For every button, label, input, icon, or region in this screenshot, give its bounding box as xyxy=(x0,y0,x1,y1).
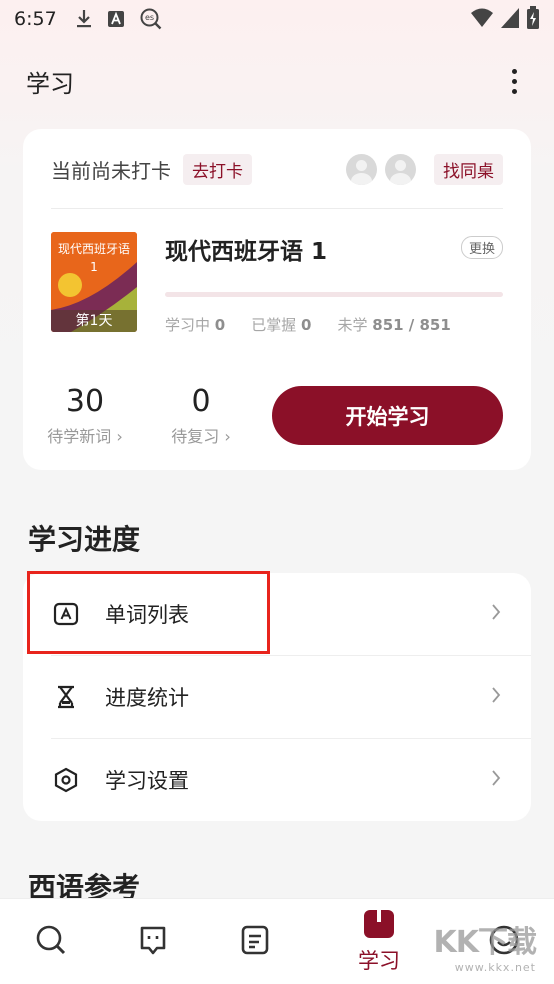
highlight-box xyxy=(27,571,270,654)
study-card: 当前尚未打卡 去打卡 找同桌 现代西班牙语 1 第1天 现代西班牙语 1 更换 … xyxy=(23,129,531,470)
divider xyxy=(51,208,503,209)
status-bar: 6:57 es xyxy=(0,0,554,38)
avatar xyxy=(385,153,416,185)
new-words-label: 待学新词 › xyxy=(47,427,123,446)
book-stats: 学习中 0 已掌握 0 未学 851 / 851 xyxy=(165,314,451,335)
stat-learning: 学习中 0 xyxy=(165,316,226,334)
chat-face-icon xyxy=(137,924,169,960)
checkin-row: 当前尚未打卡 去打卡 找同桌 xyxy=(51,149,503,189)
more-vertical-icon[interactable] xyxy=(500,61,528,101)
chevron-right-icon xyxy=(491,768,501,792)
a-box-icon xyxy=(107,10,125,28)
menu-item-study-settings[interactable]: 学习设置 xyxy=(23,739,531,821)
stat-mastered: 已掌握 0 xyxy=(251,316,312,334)
progress-section-title: 学习进度 xyxy=(28,523,141,556)
tab-search[interactable] xyxy=(28,899,74,984)
tab-label: 学习 xyxy=(358,949,400,973)
es-search-icon: es xyxy=(139,7,163,31)
book-cover[interactable]: 现代西班牙语 1 第1天 xyxy=(51,232,137,332)
menu-label: 进度统计 xyxy=(105,686,189,710)
find-partner-button[interactable]: 找同桌 xyxy=(434,153,503,185)
app-bar: 学习 xyxy=(26,58,528,104)
study-book-icon xyxy=(362,909,396,943)
tab-notes[interactable] xyxy=(232,899,278,984)
battery-charging-icon xyxy=(526,6,540,34)
cover-title: 现代西班牙语 1 xyxy=(57,242,130,274)
checkin-button[interactable]: 去打卡 xyxy=(183,153,252,185)
watermark-logo: KK下载 www.kkx.net xyxy=(433,925,537,974)
wifi-icon xyxy=(470,7,494,33)
stat-unlearned: 未学 851 / 851 xyxy=(337,316,451,334)
search-icon xyxy=(35,924,67,960)
new-words-value: 30 xyxy=(65,384,105,419)
book-progress-bar xyxy=(165,292,503,297)
tab-study[interactable]: 学习 xyxy=(348,899,410,984)
checkin-status: 当前尚未打卡 xyxy=(51,158,171,183)
book-name: 现代西班牙语 1 xyxy=(165,239,328,265)
chevron-right-icon xyxy=(491,685,501,709)
chevron-right-icon xyxy=(491,602,501,626)
settings-hexagon-icon xyxy=(51,765,81,795)
svg-text:es: es xyxy=(145,13,154,22)
status-time: 6:57 xyxy=(14,8,57,30)
cover-day: 第1天 xyxy=(51,310,137,332)
page-title: 学习 xyxy=(26,69,74,98)
partner-avatars[interactable] xyxy=(346,153,416,185)
tab-chat[interactable] xyxy=(130,899,176,984)
hourglass-icon xyxy=(51,682,81,712)
bottom-tab-bar: 学习 KK下载 www.kkx.net xyxy=(0,898,554,984)
review-value: 0 xyxy=(191,384,211,419)
menu-item-progress-stats[interactable]: 进度统计 xyxy=(23,656,531,738)
avatar xyxy=(346,153,377,185)
signal-icon xyxy=(500,7,520,33)
download-icon xyxy=(75,9,93,29)
review-label: 待复习 › xyxy=(171,427,231,446)
start-learning-button[interactable]: 开始学习 xyxy=(272,386,503,445)
change-book-button[interactable]: 更换 xyxy=(460,236,503,259)
notes-icon xyxy=(240,924,270,960)
review-counter[interactable]: 0 待复习 › xyxy=(151,385,251,447)
menu-label: 学习设置 xyxy=(105,769,189,793)
new-words-counter[interactable]: 30 待学新词 › xyxy=(35,385,135,447)
